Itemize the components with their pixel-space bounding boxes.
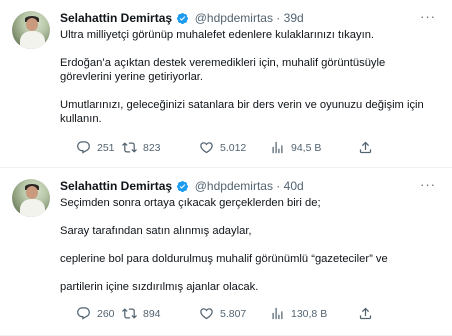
share-button[interactable] <box>358 140 379 155</box>
share-icon <box>359 307 372 320</box>
like-button[interactable]: 5.807 <box>199 306 246 321</box>
avatar[interactable] <box>12 179 50 217</box>
reply-button[interactable]: 251 <box>76 140 115 155</box>
more-options-icon[interactable]: ··· <box>420 9 436 24</box>
views-button[interactable]: 130,8 B <box>270 306 327 321</box>
like-count: 5.012 <box>220 141 247 154</box>
like-icon <box>200 308 213 320</box>
like-icon <box>200 142 213 154</box>
tweet-text-line: görevlerini yerine getiriyorlar. <box>60 71 204 83</box>
retweet-button[interactable]: 894 <box>122 306 161 321</box>
tweet-text-line: Umutlarınızı, geleceğinizi satanlara bir… <box>60 99 424 111</box>
reply-count: 251 <box>97 141 115 154</box>
separator-dot: · <box>276 11 281 25</box>
retweet-count: 894 <box>143 307 161 320</box>
timestamp[interactable]: 39d <box>284 11 304 25</box>
avatar[interactable] <box>12 11 50 49</box>
tweet[interactable]: Selahattin Demirtaş @hdpdemirtas · 40d ·… <box>0 168 452 336</box>
share-icon <box>359 141 372 154</box>
views-count: 130,8 B <box>291 307 328 320</box>
author-handle[interactable]: @hdpdemirtas <box>195 179 273 193</box>
tweet-text-line: Saray tarafından satın alınmış adaylar, <box>60 225 252 237</box>
views-icon <box>272 141 283 154</box>
tweet-text-line: Erdoğan’a açıktan destek veremedikleri i… <box>60 57 386 69</box>
tweet-actions: 260 894 5.807 130,8 B <box>60 306 434 326</box>
retweet-icon <box>122 308 137 319</box>
tweet[interactable]: Selahattin Demirtaş @hdpdemirtas · 39d ·… <box>0 0 452 168</box>
tweet-header: Selahattin Demirtaş @hdpdemirtas · 39d <box>60 9 422 27</box>
reply-icon <box>77 141 90 154</box>
tweet-text-line: ceplerine bol para doldurulmuş muhalif g… <box>60 253 388 265</box>
retweet-button[interactable]: 823 <box>122 140 161 155</box>
separator-dot: · <box>276 179 281 193</box>
author-name[interactable]: Selahattin Demirtaş <box>60 179 172 193</box>
tweet-header: Selahattin Demirtaş @hdpdemirtas · 40d <box>60 177 422 195</box>
reply-icon <box>77 307 90 320</box>
verified-badge-icon <box>177 180 189 193</box>
tweet-text-line: kullanın. <box>60 113 102 125</box>
views-button[interactable]: 94,5 B <box>270 140 321 155</box>
timestamp[interactable]: 40d <box>284 179 304 193</box>
tweet-text-line: Ultra milliyetçi görünüp muhalefet edenl… <box>60 29 375 41</box>
tweet-text-line: partilerin içine sızdırılmış ajanlar ola… <box>60 281 259 293</box>
share-button[interactable] <box>358 306 379 321</box>
more-options-icon[interactable]: ··· <box>420 177 436 192</box>
like-count: 5.807 <box>220 307 247 320</box>
author-name[interactable]: Selahattin Demirtaş <box>60 11 172 25</box>
author-handle[interactable]: @hdpdemirtas <box>195 11 273 25</box>
tweet-text-line: Seçimden sonra ortaya çıkacak gerçeklerd… <box>60 197 321 209</box>
like-button[interactable]: 5.012 <box>199 140 246 155</box>
retweet-count: 823 <box>143 141 161 154</box>
views-icon <box>272 307 283 320</box>
verified-badge-icon <box>177 12 189 25</box>
tweet-actions: 251 823 5.012 94,5 B <box>60 140 434 160</box>
reply-button[interactable]: 260 <box>76 306 115 321</box>
reply-count: 260 <box>97 307 115 320</box>
views-count: 94,5 B <box>291 141 322 154</box>
retweet-icon <box>122 142 137 153</box>
